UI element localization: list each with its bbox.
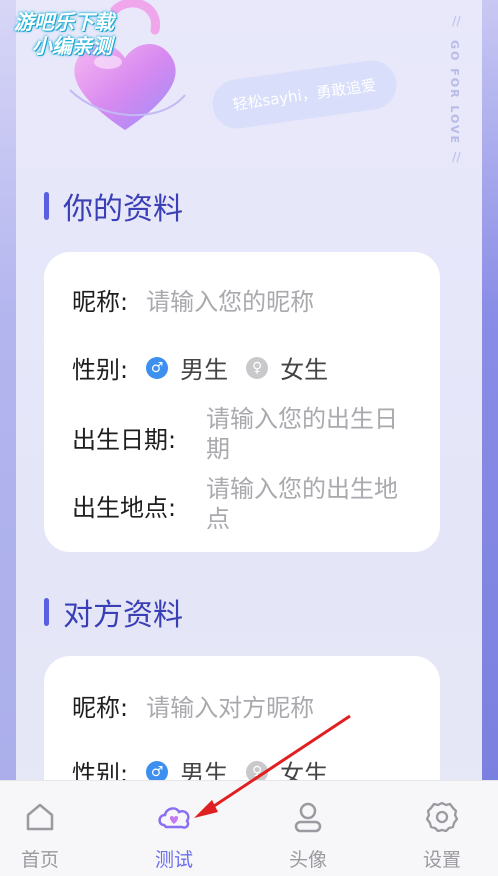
gear-icon xyxy=(425,801,459,833)
bottom-tab-bar: 首页 测试 头像 设置 xyxy=(0,780,498,876)
title-bar xyxy=(44,598,49,626)
partner-profile-title: 对方资料 xyxy=(44,590,183,634)
partner-nickname-label: 昵称: xyxy=(72,694,129,722)
tab-test-label: 测试 xyxy=(154,849,193,871)
nickname-row: 昵称: 请输入您的昵称 xyxy=(72,282,314,317)
tab-avatar-label: 头像 xyxy=(288,849,327,871)
decor-slashes-top: // xyxy=(452,14,461,28)
tab-test[interactable]: 测试 xyxy=(134,781,214,876)
birthplace-input[interactable]: 请输入您的出生地点 xyxy=(206,474,416,534)
go-for-love-vertical-text: GO FOR LOVE xyxy=(448,40,461,146)
gender-label: 性别: xyxy=(72,356,129,384)
tab-avatar[interactable]: 头像 xyxy=(268,781,348,876)
nickname-label: 昵称: xyxy=(72,288,129,316)
birthdate-input[interactable]: 请输入您的出生日期 xyxy=(206,404,416,464)
tagline-bubble: 轻松sayhi，勇敢追爱 xyxy=(209,57,400,132)
birthdate-row: 出生日期: xyxy=(72,420,176,455)
female-icon: ♀ xyxy=(246,356,269,379)
gender-female-label: 女生 xyxy=(280,356,329,384)
gender-male-label: 男生 xyxy=(180,356,229,384)
partner-profile-title-text: 对方资料 xyxy=(63,598,183,633)
user-icon xyxy=(294,802,322,833)
watermark-logo: 游吧乐下载 小编亲测 xyxy=(14,10,114,58)
gender-female-radio[interactable]: ♀ 女生 xyxy=(246,350,328,385)
title-bar xyxy=(44,192,49,220)
tab-home-label: 首页 xyxy=(20,849,59,871)
tab-settings-label: 设置 xyxy=(422,849,461,871)
male-icon: ♂ xyxy=(146,356,169,379)
tab-settings[interactable]: 设置 xyxy=(402,781,482,876)
tab-home[interactable]: 首页 xyxy=(0,781,80,876)
your-profile-card: 昵称: 请输入您的昵称 性别: ♂ 男生 ♀ 女生 出生日期: 请输入您的出生日… xyxy=(44,252,440,552)
your-profile-title-text: 你的资料 xyxy=(63,192,183,227)
left-decor-stripe xyxy=(0,0,16,780)
decor-slashes-bottom: // xyxy=(452,150,461,164)
gender-row: 性别: ♂ 男生 ♀ 女生 xyxy=(72,350,346,385)
nickname-input[interactable]: 请输入您的昵称 xyxy=(146,282,314,317)
birthdate-label: 出生日期: xyxy=(72,426,177,454)
birthplace-row: 出生地点: xyxy=(72,488,176,523)
right-decor-stripe xyxy=(482,0,498,780)
partner-nickname-input[interactable]: 请输入对方昵称 xyxy=(146,688,314,723)
gender-male-radio[interactable]: ♂ 男生 xyxy=(146,350,228,385)
partner-nickname-row: 昵称: 请输入对方昵称 xyxy=(72,688,314,723)
heart-cloud-icon xyxy=(158,807,190,829)
home-icon xyxy=(26,803,54,831)
birthplace-label: 出生地点: xyxy=(72,494,177,522)
your-profile-title: 你的资料 xyxy=(44,184,183,228)
